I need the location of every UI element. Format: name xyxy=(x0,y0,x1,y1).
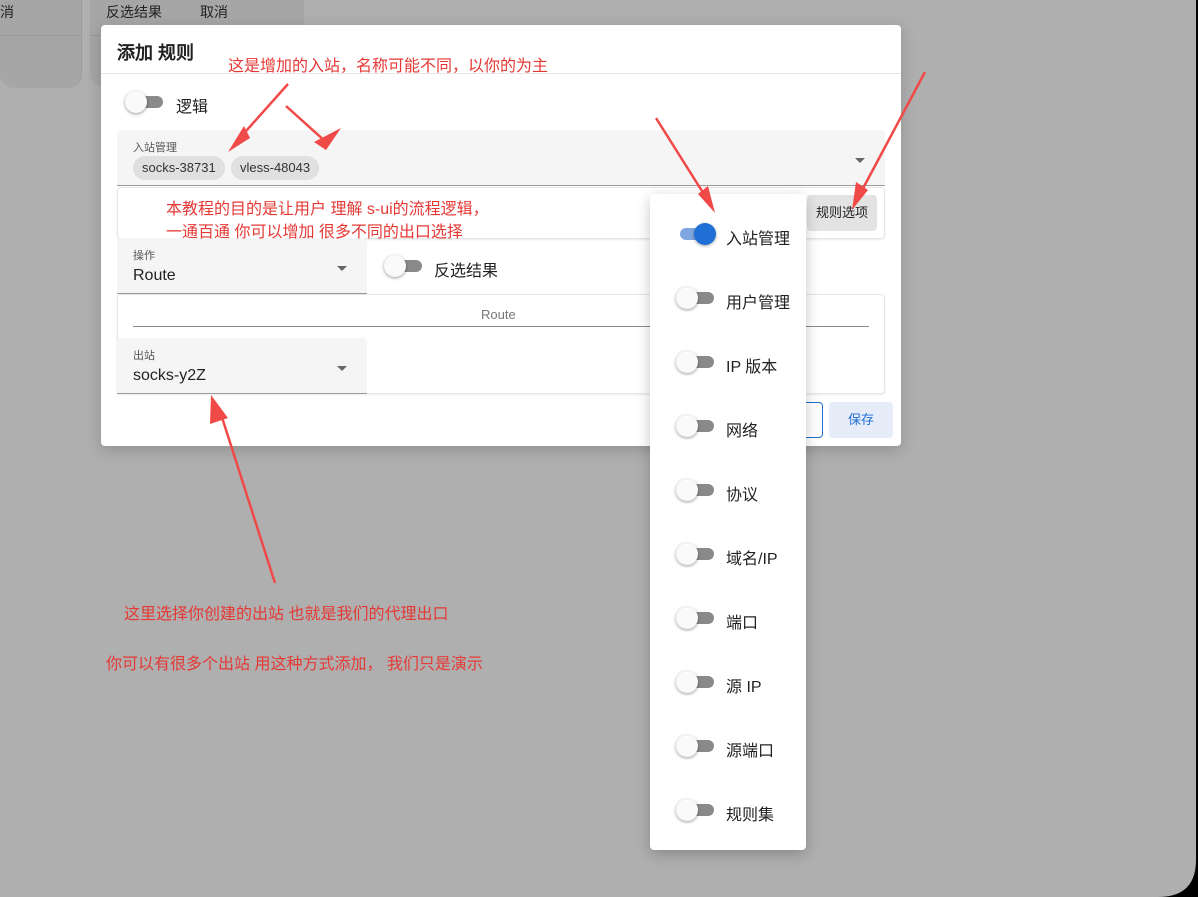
menu-item-network[interactable]: 网络 xyxy=(650,386,806,450)
menu-item-user[interactable]: 用户管理 xyxy=(650,258,806,322)
menu-item-ip-version[interactable]: IP 版本 xyxy=(650,322,806,386)
outbound-annotation: 这里选择你创建的出站 也就是我们的代理出口 xyxy=(124,606,449,623)
menu-item-inbound[interactable]: 入站管理 xyxy=(650,194,806,258)
tutorial-annotation-line1: 本教程的目的是让用户 理解 s-ui的流程逻辑， xyxy=(166,201,489,218)
route-section-label: Route xyxy=(481,307,516,322)
window-corner xyxy=(1158,0,1198,897)
background-cancel-text: 消 xyxy=(0,4,14,20)
menu-item-protocol[interactable]: 协议 xyxy=(650,450,806,514)
outbound-select-value: socks-y2Z xyxy=(133,367,206,384)
rule-options-menu: 入站管理 用户管理 IP 版本 网络 协议 域名/IP 端口 源 IP 源端口 … xyxy=(650,194,806,850)
network-toggle[interactable] xyxy=(676,415,714,437)
outbound-select-label: 出站 xyxy=(133,350,155,362)
dialog-title: 添加 规则 xyxy=(117,43,195,63)
action-select[interactable]: 操作 Route xyxy=(117,238,367,294)
menu-item-rule-set[interactable]: 规则集 xyxy=(650,770,806,834)
multi-outbound-annotation: 你可以有很多个出站 用这种方式添加， 我们只是演示 xyxy=(106,656,483,673)
menu-item-label: 源 IP xyxy=(726,679,762,696)
menu-item-label: 源端口 xyxy=(726,743,775,760)
menu-item-source-ip[interactable]: 源 IP xyxy=(650,642,806,706)
ip-version-toggle[interactable] xyxy=(676,351,714,373)
inbound-toggle[interactable] xyxy=(676,223,716,245)
cancel-button[interactable] xyxy=(803,402,823,438)
protocol-toggle[interactable] xyxy=(676,479,714,501)
menu-item-port[interactable]: 端口 xyxy=(650,578,806,642)
background-cancel-text: 取消 xyxy=(200,4,228,20)
source-port-toggle[interactable] xyxy=(676,735,714,757)
rule-set-toggle[interactable] xyxy=(676,799,714,821)
user-toggle[interactable] xyxy=(676,287,714,309)
action-select-value: Route xyxy=(133,267,176,284)
inbound-chip[interactable]: socks-38731 xyxy=(133,156,225,180)
inbound-select[interactable]: 入站管理 socks-38731 vless-48043 xyxy=(117,130,885,186)
menu-item-domain-ip[interactable]: 域名/IP xyxy=(650,514,806,578)
chevron-down-icon xyxy=(855,158,865,163)
menu-item-label: 规则集 xyxy=(726,807,775,824)
rule-options-button[interactable]: 规则选项 xyxy=(807,195,877,231)
menu-item-label: 入站管理 xyxy=(726,231,791,248)
menu-item-label: IP 版本 xyxy=(726,359,778,376)
save-button[interactable]: 保存 xyxy=(829,402,893,438)
tutorial-annotation-line2: 一通百通 你可以增加 很多不同的出口选择 xyxy=(166,224,463,241)
menu-item-label: 域名/IP xyxy=(726,551,778,568)
inbound-annotation: 这是增加的入站，名称可能不同，以你的为主 xyxy=(228,58,549,75)
menu-item-label: 用户管理 xyxy=(726,295,791,312)
invert-label: 反选结果 xyxy=(434,263,499,280)
logic-switch[interactable] xyxy=(125,91,163,113)
menu-item-label: 端口 xyxy=(726,615,759,632)
background-invert-text: 反选结果 xyxy=(106,4,162,20)
menu-item-label: 协议 xyxy=(726,487,759,504)
port-toggle[interactable] xyxy=(676,607,714,629)
action-select-label: 操作 xyxy=(133,250,155,262)
source-ip-toggle[interactable] xyxy=(676,671,714,693)
inbound-select-label: 入站管理 xyxy=(133,142,177,154)
chevron-down-icon xyxy=(337,266,347,271)
outbound-select[interactable]: 出站 socks-y2Z xyxy=(117,338,367,394)
background-card-left: 消 xyxy=(0,0,82,88)
chevron-down-icon xyxy=(337,366,347,371)
domain-ip-toggle[interactable] xyxy=(676,543,714,565)
inbound-chip[interactable]: vless-48043 xyxy=(231,156,320,180)
invert-switch[interactable] xyxy=(384,255,422,277)
logic-label: 逻辑 xyxy=(176,99,209,116)
menu-item-source-port[interactable]: 源端口 xyxy=(650,706,806,770)
menu-item-label: 网络 xyxy=(726,423,759,440)
